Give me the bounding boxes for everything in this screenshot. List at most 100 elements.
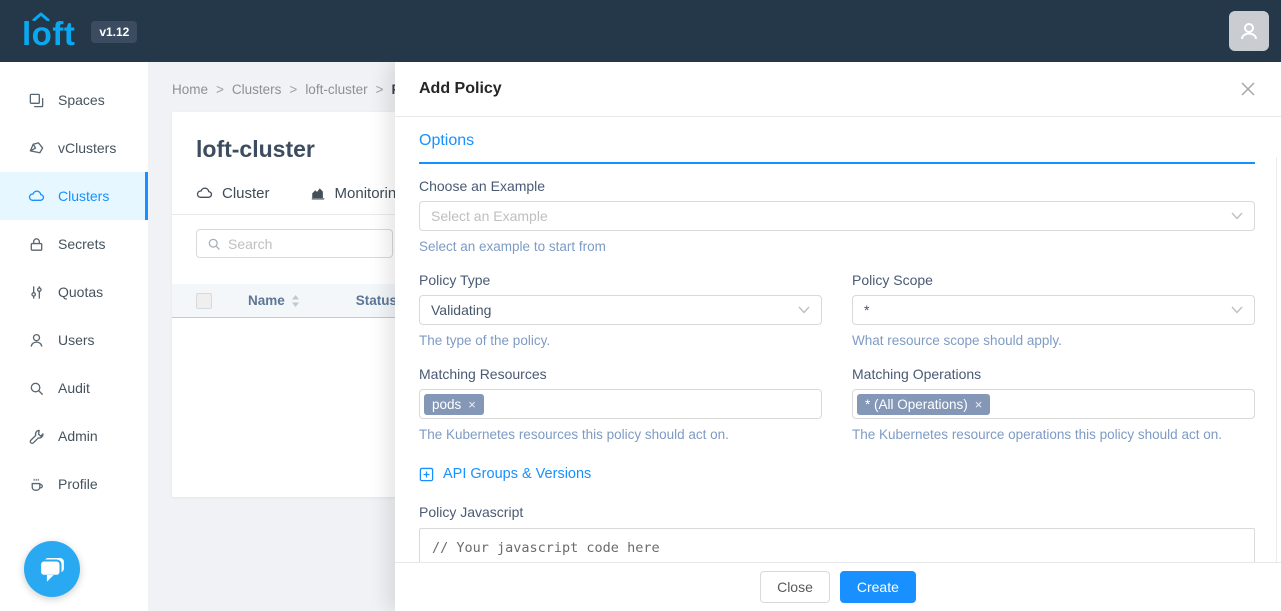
sort-icon — [291, 294, 300, 308]
sidebar-item-label: Quotas — [58, 284, 103, 300]
sidebar-item-admin[interactable]: Admin — [0, 412, 148, 460]
column-header-status: Status — [356, 293, 397, 308]
admin-icon — [28, 428, 45, 445]
area-chart-icon — [310, 186, 326, 202]
plus-square-icon — [419, 467, 434, 482]
column-label: Name — [248, 293, 285, 308]
field-help: The Kubernetes resource operations this … — [852, 427, 1255, 442]
drawer-footer: Close Create — [395, 562, 1281, 611]
loft-logo: loft — [22, 13, 75, 50]
sidebar-item-label: Users — [58, 332, 95, 348]
field-matching-resources: Matching Resources pods × The Kubernetes… — [419, 366, 822, 442]
tab-cluster[interactable]: Cluster — [196, 185, 270, 202]
field-policy-scope: Policy Scope * What resource scope shoul… — [852, 272, 1255, 348]
drawer-header: Add Policy — [395, 62, 1281, 117]
topbar: loft v1.12 — [0, 0, 1281, 62]
close-icon[interactable] — [1235, 76, 1261, 102]
breadcrumb-home[interactable]: Home — [172, 82, 208, 97]
chevron-down-icon — [1231, 306, 1243, 314]
field-label: Matching Operations — [852, 366, 1255, 382]
api-groups-expander[interactable]: API Groups & Versions — [419, 466, 591, 482]
chevron-down-icon — [1231, 212, 1243, 220]
api-groups-label: API Groups & Versions — [443, 466, 591, 482]
options-section-header[interactable]: Options — [419, 132, 1255, 164]
create-button[interactable]: Create — [840, 571, 916, 603]
sidebar-item-label: Spaces — [58, 92, 105, 108]
sidebar-item-label: Profile — [58, 476, 98, 492]
remove-tag-icon[interactable]: × — [975, 398, 983, 411]
logo-roof-icon — [32, 12, 50, 21]
users-icon — [28, 332, 45, 349]
drawer-body: Options Choose an Example Select an Exam… — [395, 117, 1281, 562]
policy-scope-select[interactable]: * — [852, 295, 1255, 325]
sidebar-item-users[interactable]: Users — [0, 316, 148, 364]
tag-label: pods — [432, 397, 461, 412]
sidebar-item-vclusters[interactable]: vClusters — [0, 124, 148, 172]
breadcrumb-separator: > — [289, 82, 297, 97]
search-box — [196, 229, 393, 258]
tab-label: Cluster — [222, 185, 270, 202]
column-header-name[interactable]: Name — [248, 293, 300, 308]
select-value: Validating — [431, 302, 491, 318]
sidebar-item-label: vClusters — [58, 140, 116, 156]
field-help: The type of the policy. — [419, 333, 822, 348]
field-label: Choose an Example — [419, 178, 1255, 194]
user-avatar[interactable] — [1229, 11, 1269, 51]
cloud-icon — [196, 185, 213, 202]
sidebar-item-label: Audit — [58, 380, 90, 396]
search-input[interactable] — [228, 236, 368, 252]
field-label: Matching Resources — [419, 366, 822, 382]
sidebar-item-label: Secrets — [58, 236, 105, 252]
field-label: Policy Scope — [852, 272, 1255, 288]
sidebar-item-secrets[interactable]: Secrets — [0, 220, 148, 268]
tab-monitoring[interactable]: Monitoring — [310, 185, 405, 202]
secrets-icon — [28, 236, 45, 253]
matching-operations-input[interactable]: * (All Operations) × — [852, 389, 1255, 419]
field-help: What resource scope should apply. — [852, 333, 1255, 348]
sidebar-item-spaces[interactable]: Spaces — [0, 76, 148, 124]
sidebar-item-quotas[interactable]: Quotas — [0, 268, 148, 316]
tag-all-operations: * (All Operations) × — [857, 394, 990, 415]
matching-row: Matching Resources pods × The Kubernetes… — [419, 366, 1255, 442]
vclusters-icon — [28, 140, 45, 157]
select-value: * — [864, 302, 869, 318]
field-label: Policy Javascript — [419, 504, 1255, 520]
select-all-checkbox[interactable] — [196, 293, 212, 309]
sidebar-item-label: Clusters — [58, 188, 109, 204]
sidebar-item-clusters[interactable]: Clusters — [0, 172, 148, 220]
spaces-icon — [28, 92, 45, 109]
chat-widget-button[interactable] — [24, 541, 80, 597]
chat-bubble-icon — [35, 552, 69, 586]
policy-type-select[interactable]: Validating — [419, 295, 822, 325]
breadcrumb-clusters[interactable]: Clusters — [232, 82, 282, 97]
field-label: Policy Type — [419, 272, 822, 288]
field-choose-example: Choose an Example Select an Example Sele… — [419, 178, 1255, 254]
breadcrumb-loft-cluster[interactable]: loft-cluster — [305, 82, 367, 97]
field-help: Select an example to start from — [419, 239, 1255, 254]
tag-pods: pods × — [424, 394, 484, 415]
drawer-title: Add Policy — [419, 80, 502, 98]
quotas-icon — [28, 284, 45, 301]
remove-tag-icon[interactable]: × — [468, 398, 476, 411]
policy-type-scope-row: Policy Type Validating The type of the p… — [419, 272, 1255, 348]
user-icon — [1237, 19, 1261, 43]
policy-javascript-editor[interactable]: // Your javascript code here — [419, 528, 1255, 562]
field-policy-type: Policy Type Validating The type of the p… — [419, 272, 822, 348]
close-button[interactable]: Close — [760, 571, 830, 603]
scrollbar-track[interactable] — [1276, 157, 1277, 562]
search-icon — [207, 237, 221, 251]
select-placeholder: Select an Example — [431, 208, 548, 224]
sidebar-item-audit[interactable]: Audit — [0, 364, 148, 412]
breadcrumb-separator: > — [216, 82, 224, 97]
sidebar-item-profile[interactable]: Profile — [0, 460, 148, 508]
audit-icon — [28, 380, 45, 397]
add-policy-drawer: Add Policy Options Choose an Example Sel… — [395, 62, 1281, 611]
field-policy-javascript: Policy Javascript // Your javascript cod… — [419, 504, 1255, 562]
breadcrumb-separator: > — [376, 82, 384, 97]
version-badge: v1.12 — [91, 21, 137, 43]
tag-label: * (All Operations) — [865, 397, 968, 412]
matching-resources-input[interactable]: pods × — [419, 389, 822, 419]
example-select[interactable]: Select an Example — [419, 201, 1255, 231]
sidebar-item-label: Admin — [58, 428, 98, 444]
sidebar: Spaces vClusters Clusters Secrets Quotas… — [0, 62, 148, 611]
